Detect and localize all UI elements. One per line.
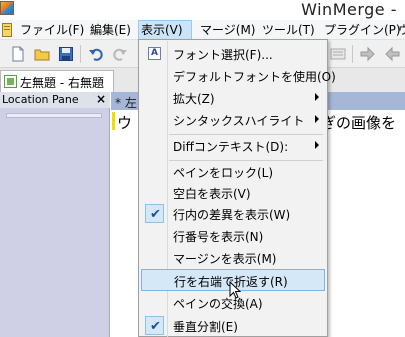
menu-merge[interactable]: マージ(M) — [198, 20, 257, 40]
menu-item-show-whitespace[interactable]: 空白を表示(V) — [141, 182, 325, 203]
check-icon: ✔ — [150, 319, 161, 334]
menu-bar: ファイル(F) 編集(E) 表示(V) マージ(M) ツール(T) プラグイン(… — [0, 20, 405, 40]
menu-item-inline-diff[interactable]: ✔ 行内の差異を表示(W) — [141, 203, 325, 224]
menu-item-zoom[interactable]: 拡大(Z) — [141, 87, 325, 108]
editor-line-text: ぎの画像を — [321, 114, 397, 132]
menu-item-syntax-highlight[interactable]: シンタックスハイライト — [141, 109, 325, 130]
menu-plugins[interactable]: プラグイン(P) — [322, 20, 403, 40]
menu-item-default-font[interactable]: デフォルトフォントを使用(O) — [141, 65, 336, 86]
document-tab[interactable]: 左無題 - 右無題 — [0, 70, 114, 92]
menu-item-line-numbers[interactable]: 行番号を表示(N) — [141, 225, 325, 246]
redo-icon[interactable] — [112, 46, 128, 62]
submenu-arrow-icon — [315, 115, 319, 123]
submenu-arrow-icon — [315, 93, 319, 101]
winmerge-window: WinMerge - ファイル(F) 編集(E) 表示(V) マージ(M) ツー… — [0, 0, 405, 337]
location-pane-header: Location Pane × — [0, 92, 110, 108]
location-pane: Location Pane × — [0, 92, 110, 337]
toolbar-separator — [80, 45, 81, 63]
menu-tools[interactable]: ツール(T) — [260, 20, 317, 40]
compare-document-icon — [4, 75, 17, 88]
close-icon[interactable]: × — [96, 92, 106, 106]
document-menu-icon[interactable] — [2, 23, 12, 37]
editor-line-text: ウ — [117, 114, 133, 132]
menu-item-font-select[interactable]: A フォント選択(F)... — [141, 43, 325, 64]
menu-view[interactable]: 表示(V) — [138, 20, 192, 40]
menu-item-label: 行内の差異を表示(W) — [173, 208, 291, 222]
menu-item-label: 行番号を表示(N) — [173, 230, 264, 244]
menu-item-diff-context[interactable]: Diffコンテキスト(D): — [141, 135, 325, 156]
title-bar: WinMerge - — [0, 0, 405, 20]
new-file-icon[interactable] — [10, 46, 26, 62]
check-box: ✔ — [145, 204, 164, 223]
menu-edit[interactable]: 編集(E) — [88, 20, 133, 40]
window-title: WinMerge - — [301, 0, 397, 19]
font-icon: A — [148, 47, 161, 60]
save-icon[interactable] — [58, 46, 74, 62]
check-box: ✔ — [145, 316, 164, 335]
menu-item-label: デフォルトフォントを使用(O) — [173, 70, 336, 84]
undo-icon[interactable] — [88, 46, 104, 62]
menu-item-vertical-split[interactable]: ✔ 垂直分割(E) — [141, 315, 325, 336]
menu-item-lock-panes[interactable]: ペインをロック(L) — [141, 161, 325, 182]
submenu-arrow-icon — [315, 141, 319, 149]
app-icon[interactable] — [0, 1, 14, 15]
menu-item-label: ペインの交換(A) — [173, 297, 263, 311]
mouse-cursor-icon — [229, 281, 241, 299]
pane-header-text: * 左 — [115, 96, 137, 110]
menu-item-label: フォント選択(F)... — [173, 48, 273, 62]
document-tab-label: 左無題 - 右無題 — [20, 76, 104, 90]
copy-right-icon[interactable] — [360, 46, 376, 62]
menu-item-label: Diffコンテキスト(D): — [173, 140, 289, 154]
menu-item-label: 拡大(Z) — [173, 92, 215, 106]
open-folder-icon[interactable] — [34, 46, 50, 62]
check-icon: ✔ — [150, 207, 161, 222]
menu-item-label: 垂直分割(E) — [173, 320, 238, 334]
menu-item-show-margins[interactable]: マージンを表示(M) — [141, 247, 325, 268]
menu-item-label: シンタックスハイライト — [173, 114, 305, 128]
menu-item-label: マージンを表示(M) — [173, 252, 277, 266]
diff-line-marker — [112, 112, 115, 130]
toolbar-separator — [352, 45, 353, 63]
copy-left-icon[interactable] — [384, 46, 400, 62]
menu-item-label: 空白を表示(V) — [173, 187, 251, 201]
location-pane-title: Location Pane — [2, 93, 79, 106]
menu-item-label: ペインをロック(L) — [173, 166, 274, 180]
compare-icon[interactable] — [330, 46, 346, 62]
menu-window[interactable]: ウ — [396, 20, 405, 40]
menu-file[interactable]: ファイル(F) — [18, 20, 86, 40]
location-pane-bar[interactable] — [6, 113, 102, 118]
